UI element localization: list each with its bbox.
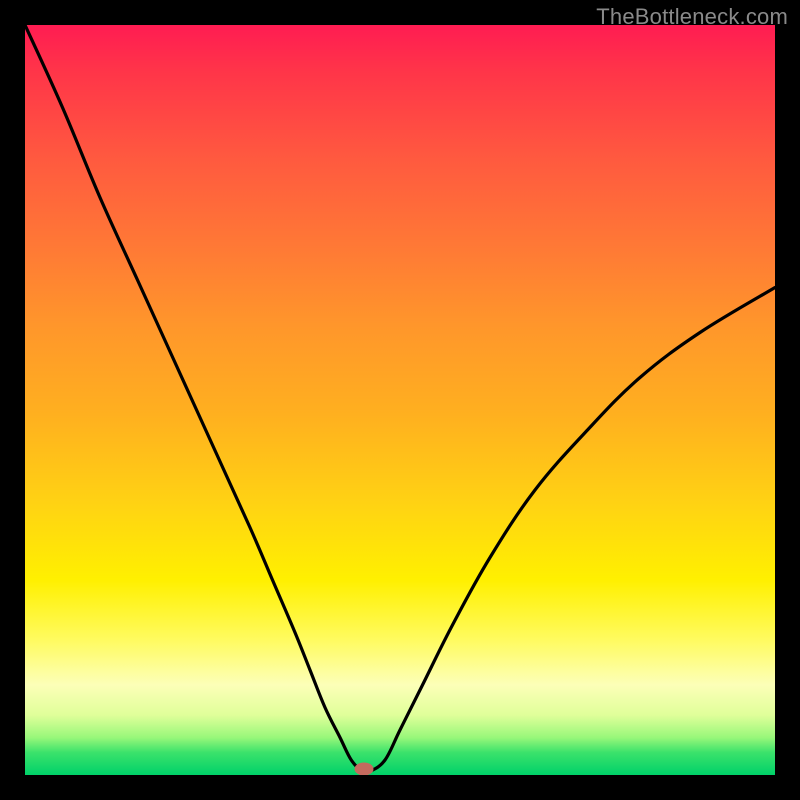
plot-area: [25, 25, 775, 775]
curve-svg: [25, 25, 775, 775]
chart-frame: TheBottleneck.com: [0, 0, 800, 800]
valley-marker-icon: [355, 763, 373, 775]
watermark-text: TheBottleneck.com: [596, 4, 788, 30]
bottleneck-curve: [25, 25, 775, 773]
